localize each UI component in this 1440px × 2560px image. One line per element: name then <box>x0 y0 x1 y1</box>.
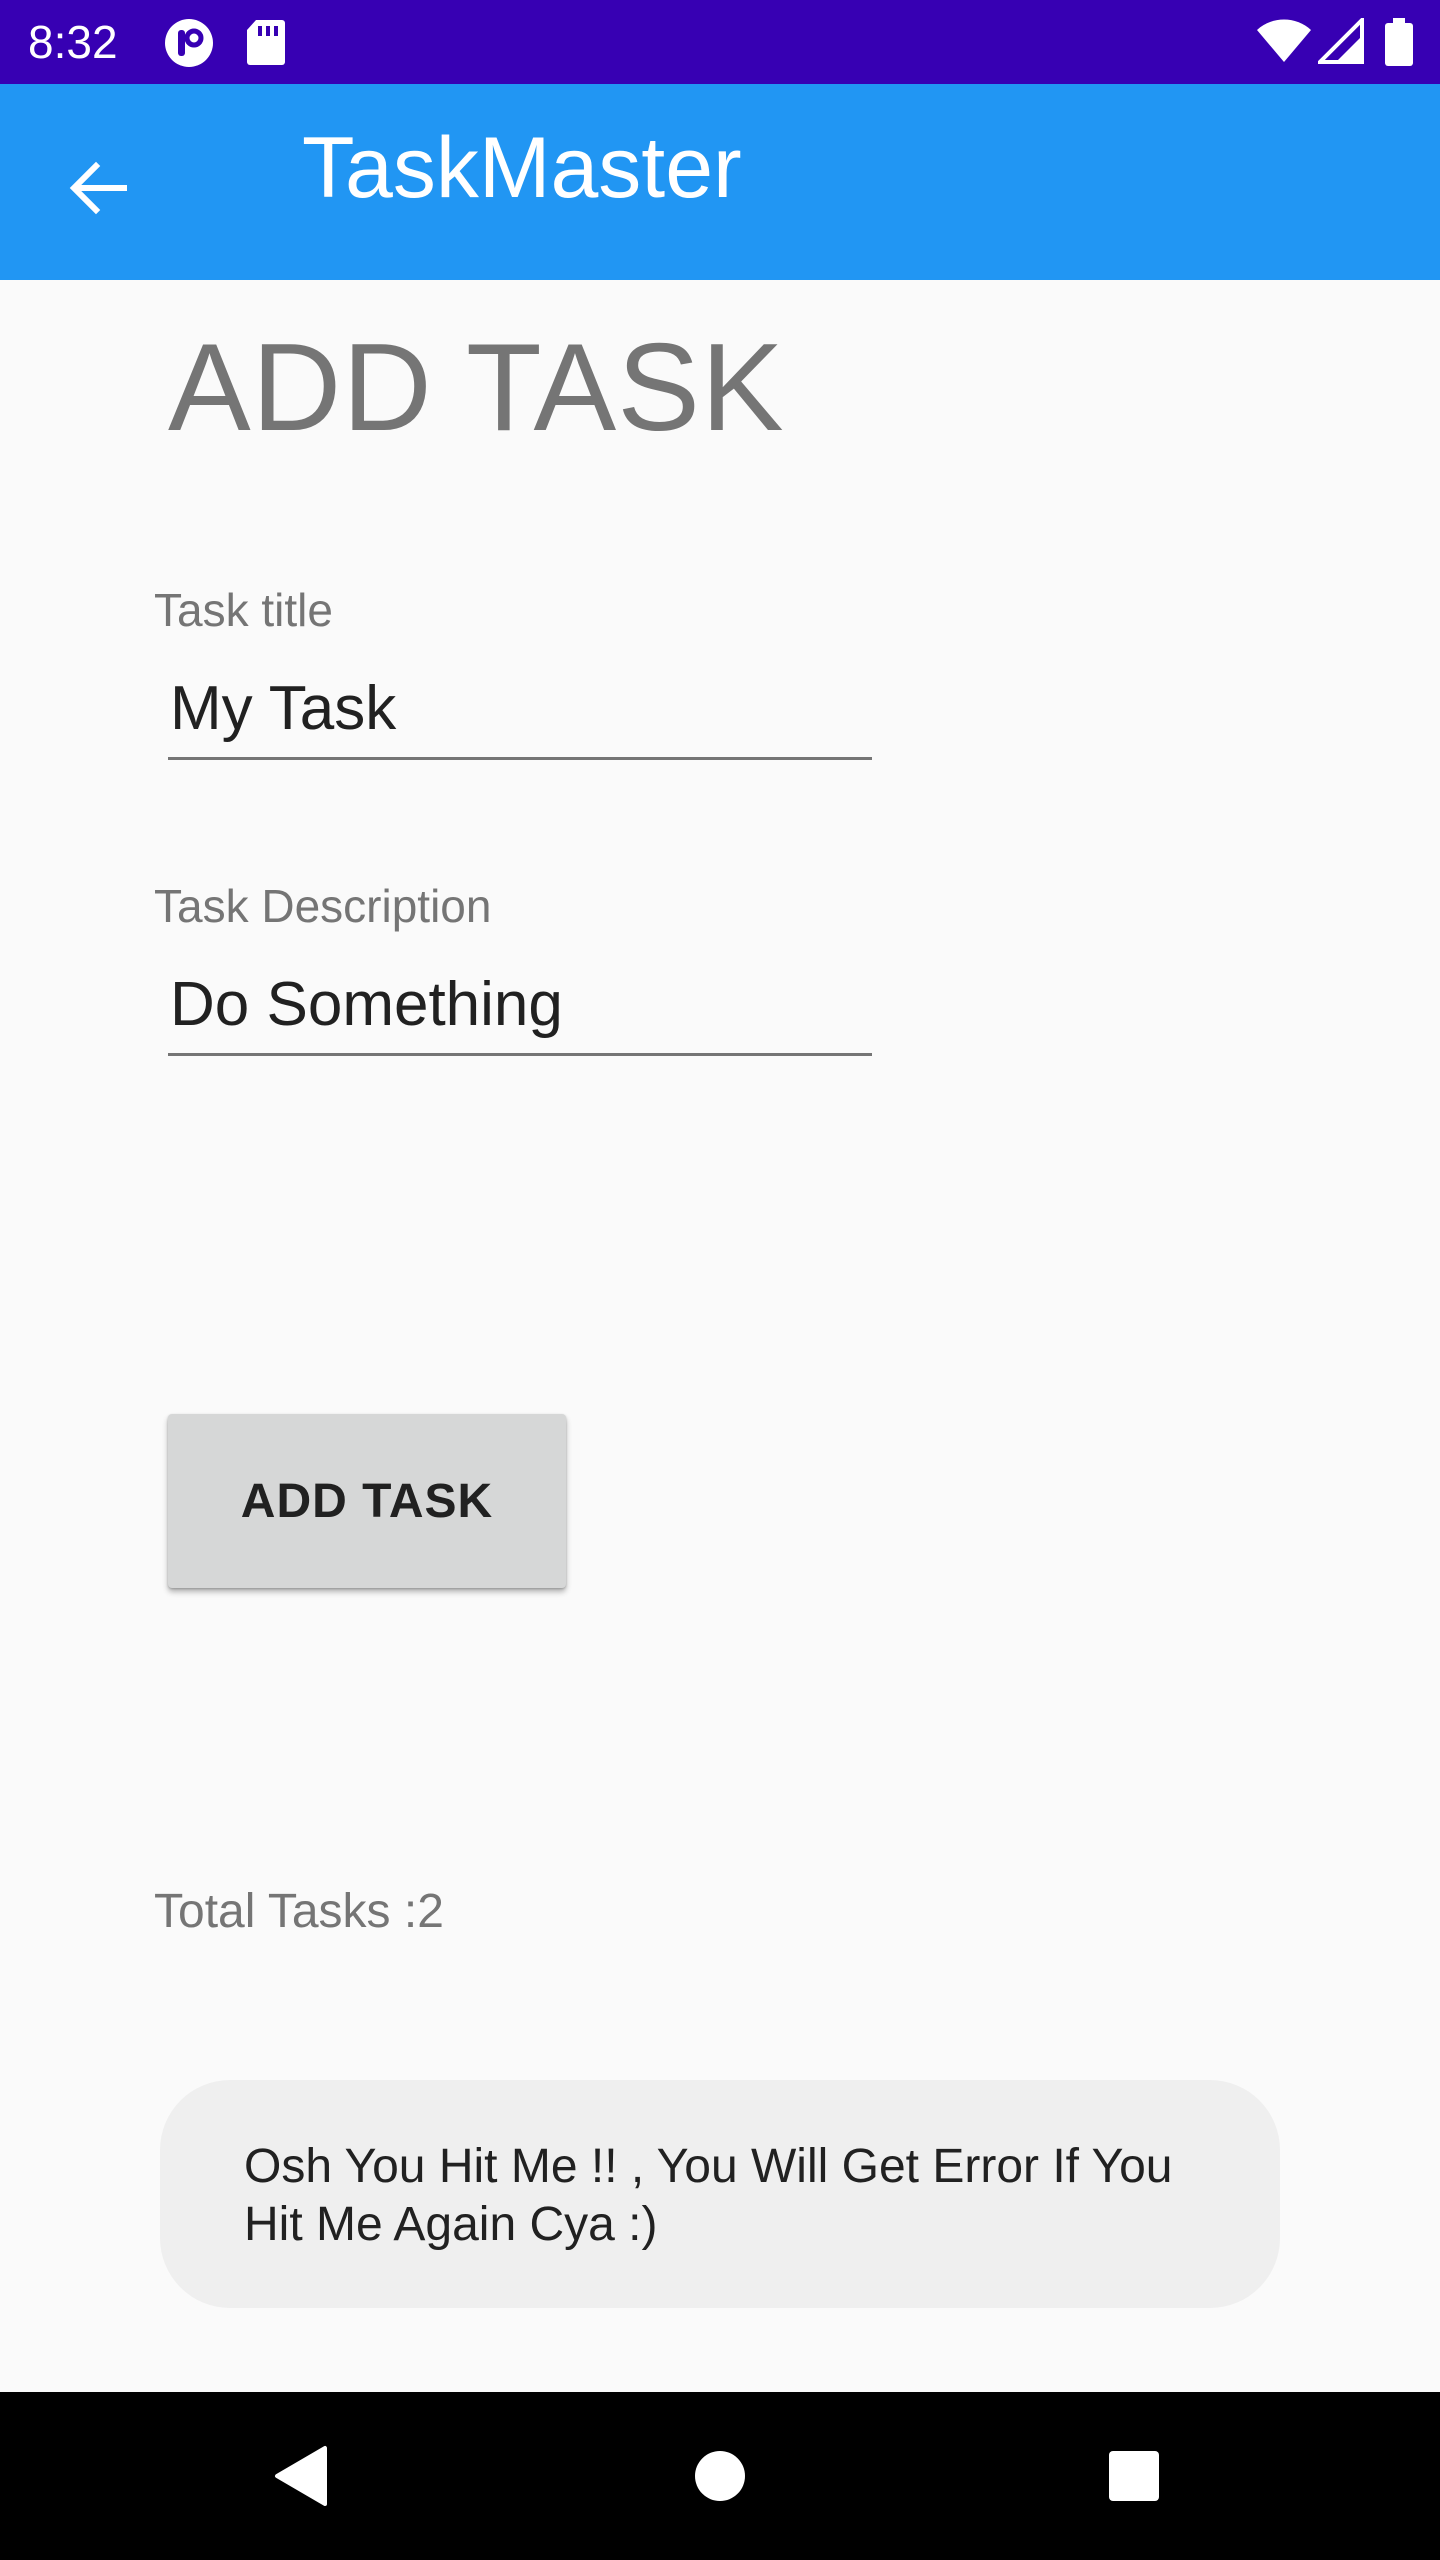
app-bar: TaskMaster <box>0 84 1440 280</box>
nav-back-button[interactable] <box>260 2436 340 2516</box>
status-time: 8:32 <box>28 16 118 68</box>
task-description-input[interactable] <box>168 956 872 1056</box>
task-description-label: Task Description <box>154 880 492 932</box>
battery-icon <box>1384 18 1414 71</box>
app-title: TaskMaster <box>302 120 742 216</box>
add-task-button[interactable]: ADD TASK <box>168 1414 566 1588</box>
task-title-label: Task title <box>154 584 333 636</box>
back-triangle-icon <box>275 2446 327 2506</box>
nav-home-button[interactable] <box>680 2436 760 2516</box>
nav-recents-button[interactable] <box>1094 2436 1174 2516</box>
back-button[interactable] <box>48 138 148 238</box>
toast-message: Osh You Hit Me !! , You Will Get Error I… <box>160 2080 1280 2308</box>
sd-card-icon <box>246 18 286 71</box>
total-tasks-count: Total Tasks :2 <box>154 1885 444 1938</box>
toast-text: Osh You Hit Me !! , You Will Get Error I… <box>244 2140 1173 2251</box>
home-circle-icon <box>695 2451 745 2501</box>
status-bar: 8:32 <box>0 0 1440 84</box>
task-title-input[interactable] <box>168 660 872 760</box>
wifi-icon <box>1256 18 1312 69</box>
page-title: ADD TASK <box>168 319 785 457</box>
system-nav-bar <box>0 2392 1440 2560</box>
cell-signal-icon <box>1315 15 1364 69</box>
recents-square-icon <box>1109 2451 1159 2501</box>
arrow-back-icon <box>69 161 127 215</box>
app-notification-icon <box>164 18 214 73</box>
